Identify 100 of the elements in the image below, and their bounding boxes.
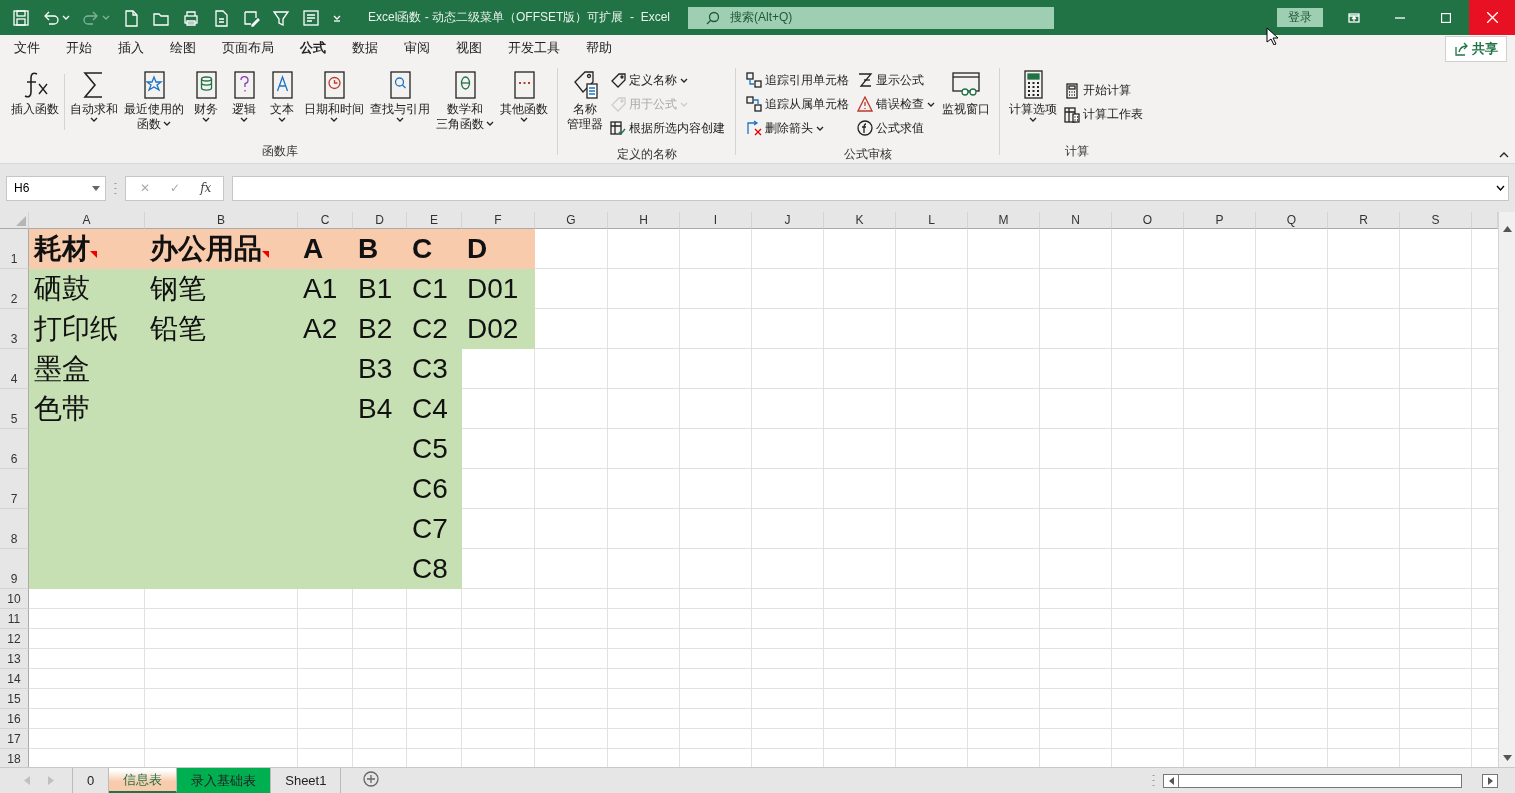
row-header[interactable]: 6 xyxy=(0,429,29,469)
ribbon-tab[interactable]: 帮助 xyxy=(573,35,625,65)
ribbon-tab[interactable]: 绘图 xyxy=(157,35,209,65)
printer-icon[interactable] xyxy=(182,8,200,27)
ribbon-button[interactable]: 显示公式 xyxy=(857,70,935,90)
ribbon-button[interactable]: 错误检查 xyxy=(857,94,935,114)
row-header[interactable]: 13 xyxy=(0,649,29,669)
scroll-left-button[interactable] xyxy=(1163,773,1179,788)
group-label: 公式审核 xyxy=(842,146,893,163)
caret-icon xyxy=(102,15,110,20)
column-header[interactable]: M xyxy=(968,212,1040,229)
column-header[interactable]: D xyxy=(353,212,407,229)
row-header[interactable]: 1 xyxy=(0,229,29,269)
scroll-right-button[interactable] xyxy=(1482,773,1498,788)
share-button[interactable]: 共享 xyxy=(1445,35,1507,62)
ribbon-button[interactable]: 删除箭头 xyxy=(746,118,849,138)
new-file-icon[interactable] xyxy=(122,8,140,27)
column-header[interactable]: O xyxy=(1112,212,1184,229)
row-header[interactable]: 17 xyxy=(0,729,29,749)
row-header[interactable]: 8 xyxy=(0,509,29,549)
column-header[interactable]: C xyxy=(298,212,353,229)
ribbon-button[interactable]: 监视窗口 xyxy=(939,68,993,117)
sign-in-button[interactable]: 登录 xyxy=(1277,8,1323,27)
up-arrow-icon xyxy=(1502,226,1512,232)
row-header[interactable]: 18 xyxy=(0,749,29,767)
ribbon-tab[interactable]: 审阅 xyxy=(391,35,443,65)
column-header[interactable]: A xyxy=(29,212,145,229)
row-header[interactable]: 7 xyxy=(0,469,29,509)
row-header[interactable]: 5 xyxy=(0,389,29,429)
column-header[interactable]: P xyxy=(1184,212,1256,229)
save-edit-icon[interactable] xyxy=(242,8,260,27)
filter-icon[interactable] xyxy=(272,8,290,27)
collapse-ribbon-icon[interactable] xyxy=(1499,152,1509,158)
ribbon-button[interactable]: 追踪引用单元格 xyxy=(746,70,849,90)
row-header[interactable]: 12 xyxy=(0,629,29,649)
ribbon-button[interactable]: 计算选项 xyxy=(1006,68,1060,122)
column-header[interactable]: B xyxy=(145,212,298,229)
column-header[interactable]: L xyxy=(896,212,968,229)
comment-indicator-icon xyxy=(90,251,97,258)
column-header[interactable]: G xyxy=(535,212,608,229)
row-header[interactable]: 9 xyxy=(0,549,29,589)
name-box[interactable]: H6 xyxy=(6,175,106,201)
ribbon-button[interactable]: 最近使用的 函数 xyxy=(121,68,187,132)
scrollbar-thumb[interactable] xyxy=(1179,773,1462,788)
row-header[interactable]: 16 xyxy=(0,709,29,729)
ribbon-button[interactable]: 名称 管理器 xyxy=(564,68,606,132)
add-sheet-icon[interactable] xyxy=(363,771,380,787)
ribbon-tab[interactable]: 开发工具 xyxy=(495,35,573,65)
row-header[interactable]: 14 xyxy=(0,669,29,689)
ribbon-tab[interactable]: 视图 xyxy=(443,35,495,65)
calculator-icon xyxy=(1064,82,1080,99)
column-header[interactable]: S xyxy=(1400,212,1472,229)
ribbon-button[interactable]: 自动求和 xyxy=(67,68,121,122)
ribbon-button[interactable]: 根据所选内容创建 xyxy=(610,118,725,138)
ribbon-tab[interactable]: 文件 xyxy=(1,35,53,65)
ribbon-button[interactable]: 开始计算 xyxy=(1064,80,1143,101)
ribbon-tab[interactable]: 开始 xyxy=(53,35,105,65)
column-header[interactable]: E xyxy=(407,212,462,229)
sheet-tab[interactable]: 录入基础表 xyxy=(177,768,272,793)
expand-caret-icon[interactable] xyxy=(1496,185,1505,191)
ribbon-button[interactable]: 追踪从属单元格 xyxy=(746,94,849,114)
save-icon[interactable] xyxy=(12,8,30,27)
sheet-tab[interactable]: Sheet1 xyxy=(271,768,342,793)
ribbon-button[interactable]: 其他函数 xyxy=(497,68,551,122)
row-header[interactable]: 2 xyxy=(0,269,29,309)
formula-input[interactable] xyxy=(232,175,1509,201)
row-header[interactable]: 4 xyxy=(0,349,29,389)
column-header[interactable]: Q xyxy=(1256,212,1328,229)
ribbon-button[interactable]: 查找与引用 xyxy=(367,68,433,122)
ribbon-tab[interactable]: 页面布局 xyxy=(209,35,287,65)
ribbon-button[interactable]: 财务 xyxy=(187,68,225,122)
ribbon-tab[interactable]: 插入 xyxy=(105,35,157,65)
ribbon-button[interactable]: 计算工作表 xyxy=(1064,104,1143,125)
ribbon-button[interactable]: 定义名称 xyxy=(610,70,725,90)
column-header[interactable]: K xyxy=(824,212,896,229)
ribbon-button[interactable]: 文本 xyxy=(263,68,301,122)
row-header[interactable]: 3 xyxy=(0,309,29,349)
ribbon-button[interactable]: 数学和 三角函数 xyxy=(433,68,497,132)
row-header[interactable]: 10 xyxy=(0,589,29,609)
column-header[interactable]: F xyxy=(462,212,535,229)
column-header[interactable]: N xyxy=(1040,212,1112,229)
customize-caret-icon[interactable] xyxy=(332,13,342,22)
ribbon-button[interactable]: 逻辑 xyxy=(225,68,263,122)
column-header[interactable]: R xyxy=(1328,212,1400,229)
search-field[interactable]: 搜索(Alt+Q) xyxy=(688,6,1054,29)
insert-function-button[interactable]: fx xyxy=(200,181,212,195)
column-header[interactable]: J xyxy=(752,212,824,229)
column-header[interactable]: H xyxy=(608,212,680,229)
sheet-tab[interactable]: 信息表 xyxy=(109,768,178,793)
form-icon[interactable] xyxy=(302,8,320,27)
right-arrow-icon xyxy=(1487,776,1493,785)
ribbon-button[interactable]: 插入函数 xyxy=(8,68,62,117)
row-header[interactable]: 11 xyxy=(0,609,29,629)
ribbon-tab[interactable]: 数据 xyxy=(339,35,391,65)
ribbon-button[interactable]: 公式求值 xyxy=(857,118,935,138)
column-header[interactable]: I xyxy=(680,212,752,229)
tag-icon xyxy=(610,96,626,112)
document-icon[interactable] xyxy=(212,8,230,27)
ribbon-button[interactable]: 日期和时间 xyxy=(301,68,367,122)
row-header[interactable]: 15 xyxy=(0,689,29,709)
